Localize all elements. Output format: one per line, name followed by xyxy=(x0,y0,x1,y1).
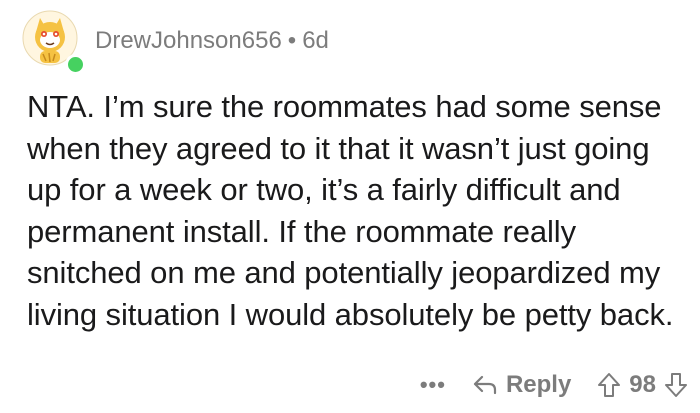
online-status-dot xyxy=(65,54,86,75)
comment-header: DrewJohnson656 • 6d xyxy=(22,10,682,75)
meta-separator: • xyxy=(287,27,297,54)
downvote-arrow-icon[interactable] xyxy=(664,372,688,398)
comment-actions: ••• Reply 98 xyxy=(420,368,688,402)
username-link[interactable]: DrewJohnson656 xyxy=(95,27,282,54)
reply-arrow-icon xyxy=(473,375,497,395)
vote-score: 98 xyxy=(629,371,656,398)
reply-button[interactable]: Reply xyxy=(472,371,571,399)
reply-label: Reply xyxy=(505,371,572,398)
vote-controls: 98 xyxy=(597,371,688,399)
comment-body: NTA. I’m sure the roommates had some sen… xyxy=(27,89,674,332)
more-options-button[interactable]: ••• xyxy=(420,372,446,398)
comment-age: 6d xyxy=(302,27,329,54)
upvote-arrow-icon[interactable] xyxy=(597,372,621,398)
comment-meta: DrewJohnson656 • 6d xyxy=(95,27,329,55)
